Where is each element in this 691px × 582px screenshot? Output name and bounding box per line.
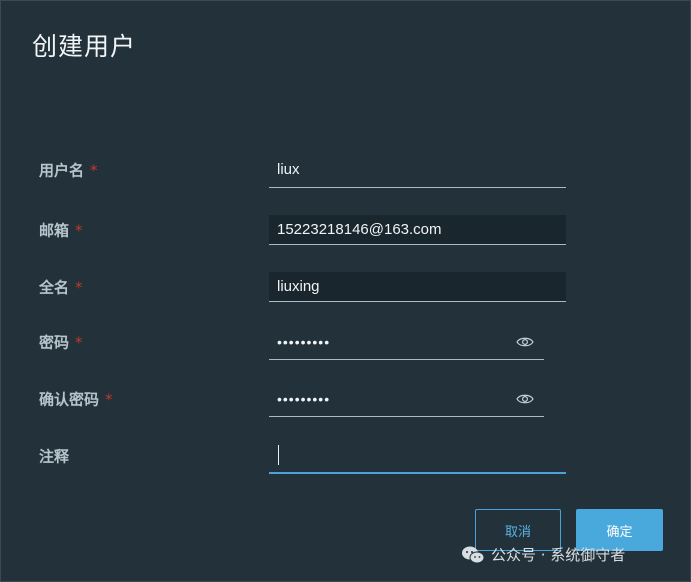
confirm-password-row: 确认密码 * ••••••••• [1, 381, 690, 417]
fullname-label: 全名 * [39, 278, 83, 297]
text-caret [278, 445, 279, 465]
watermark-text: 公众号 · 系统御守者 [491, 546, 626, 564]
wechat-icon [462, 546, 485, 563]
create-user-dialog: 创建用户 用户名 * liux 邮箱 * 15223218146@163.com 全… [0, 0, 691, 582]
confirm-password-input[interactable]: ••••••••• [269, 381, 544, 417]
comment-row: 注释 [1, 438, 690, 474]
comment-input[interactable] [269, 438, 566, 474]
username-label: 用户名 * [39, 161, 98, 180]
password-input[interactable]: ••••••••• [269, 324, 544, 360]
fullname-input[interactable]: liuxing [269, 272, 566, 302]
password-label: 密码 * [39, 333, 83, 352]
required-marker: * [75, 333, 83, 352]
email-row: 邮箱 * 15223218146@163.com [1, 212, 690, 248]
fullname-row: 全名 * liuxing [1, 269, 690, 305]
password-row: 密码 * ••••••••• [1, 324, 690, 360]
username-input[interactable]: liux [269, 152, 566, 188]
email-input[interactable]: 15223218146@163.com [269, 215, 566, 245]
eye-icon[interactable] [516, 336, 534, 348]
eye-icon[interactable] [516, 393, 534, 405]
watermark: 公众号 · 系统御守者 [461, 544, 625, 565]
required-marker: * [105, 390, 113, 409]
confirm-password-label: 确认密码 * [39, 390, 113, 409]
username-row: 用户名 * liux [1, 152, 690, 188]
required-marker: * [75, 278, 83, 297]
dialog-title: 创建用户 [32, 32, 137, 61]
required-marker: * [75, 221, 83, 240]
required-marker: * [90, 161, 98, 180]
email-label: 邮箱 * [39, 221, 83, 240]
comment-label: 注释 [39, 447, 70, 466]
